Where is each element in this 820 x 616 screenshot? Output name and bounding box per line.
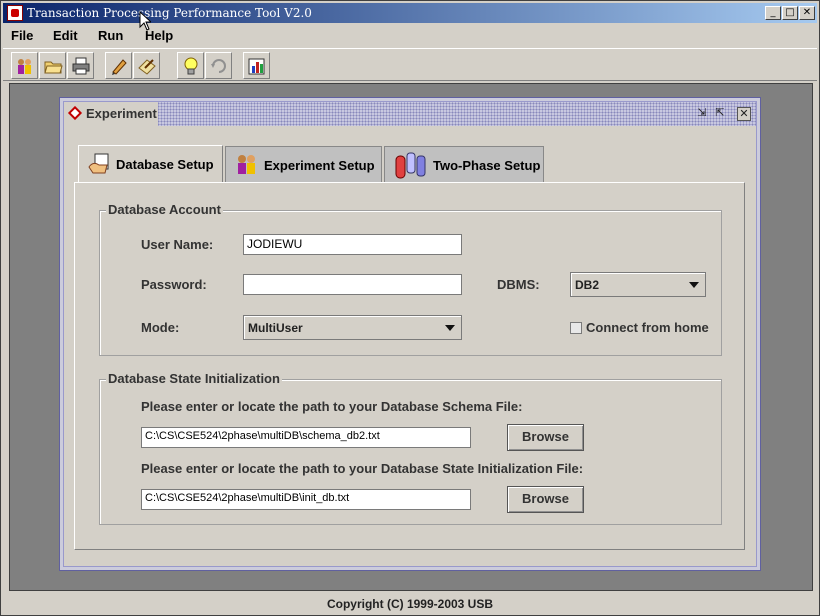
users-icon bbox=[238, 155, 255, 174]
close-icon[interactable]: ✕ bbox=[737, 107, 751, 121]
db-state-init-title: Database State Initialization bbox=[106, 371, 282, 386]
schema-file-input[interactable]: C:\CS\CSE524\2phase\multiDB\schema_db2.t… bbox=[141, 427, 471, 448]
toolbar-print-button[interactable] bbox=[67, 52, 94, 79]
toolbar-chart-button[interactable] bbox=[243, 52, 270, 79]
application-window: Transaction Processing Performance Tool … bbox=[0, 0, 820, 616]
database-account-title: Database Account bbox=[106, 202, 223, 217]
tab-database-setup-label: Database Setup bbox=[116, 157, 214, 172]
lightbulb-icon bbox=[184, 57, 198, 75]
mouse-cursor-icon bbox=[139, 11, 151, 31]
toolbar bbox=[3, 48, 817, 81]
maximize-icon[interactable]: ⇱ bbox=[713, 107, 727, 121]
iconify-icon[interactable]: ⇲ bbox=[695, 107, 709, 121]
mode-select[interactable]: MultiUser bbox=[243, 315, 462, 340]
close-button[interactable]: ✕ bbox=[799, 6, 815, 20]
toolbar-open-button[interactable] bbox=[39, 52, 66, 79]
chart-search-icon bbox=[248, 58, 265, 75]
database-hand-icon bbox=[88, 153, 109, 174]
print-icon bbox=[72, 57, 90, 75]
tab-two-phase-setup-label: Two-Phase Setup bbox=[433, 158, 541, 173]
mode-selected-value: MultiUser bbox=[248, 321, 303, 335]
pencil-icon bbox=[112, 59, 127, 75]
connect-from-home-checkbox[interactable] bbox=[570, 322, 582, 334]
menu-run[interactable]: Run bbox=[98, 28, 123, 43]
tab-database-setup[interactable]: Database Setup bbox=[78, 145, 223, 184]
edit-document-icon bbox=[138, 59, 156, 75]
toolbar-document-button[interactable] bbox=[133, 52, 160, 79]
init-file-input[interactable]: C:\CS\CSE524\2phase\multiDB\init_db.txt bbox=[141, 489, 471, 510]
schema-browse-button[interactable]: Browse bbox=[507, 424, 584, 451]
window-title: Transaction Processing Performance Tool … bbox=[27, 6, 312, 20]
menu-file[interactable]: File bbox=[11, 28, 33, 43]
password-label: Password: bbox=[141, 277, 207, 292]
open-folder-icon bbox=[44, 61, 63, 74]
users-icon bbox=[18, 59, 31, 74]
status-bar: Copyright (C) 1999-2003 USB bbox=[326, 597, 494, 611]
toolbar-users-button[interactable] bbox=[11, 52, 38, 79]
tab-two-phase-setup[interactable]: Two-Phase Setup bbox=[384, 146, 544, 183]
toolbar-hint-button[interactable] bbox=[177, 52, 204, 79]
refresh-icon bbox=[211, 59, 226, 73]
init-browse-button[interactable]: Browse bbox=[507, 486, 584, 513]
experiment-title-bar[interactable]: Experiment ⇲ ⇱ ✕ bbox=[64, 102, 756, 126]
chevron-down-icon bbox=[445, 325, 455, 331]
cylinders-icon bbox=[395, 152, 426, 179]
dbms-label: DBMS: bbox=[497, 277, 540, 292]
dbms-select[interactable]: DB2 bbox=[570, 272, 706, 297]
tab-experiment-setup-label: Experiment Setup bbox=[264, 158, 375, 173]
username-input[interactable]: JODIEWU bbox=[243, 234, 462, 255]
schema-file-prompt: Please enter or locate the path to your … bbox=[141, 399, 523, 414]
username-label: User Name: bbox=[141, 237, 214, 252]
toolbar-edit-button[interactable] bbox=[105, 52, 132, 79]
experiment-window-title: Experiment bbox=[86, 106, 157, 121]
tab-experiment-setup[interactable]: Experiment Setup bbox=[225, 146, 382, 183]
toolbar-refresh-button[interactable] bbox=[205, 52, 232, 79]
dbms-selected-value: DB2 bbox=[575, 278, 600, 292]
connect-from-home-label[interactable]: Connect from home bbox=[586, 320, 709, 335]
chevron-down-icon bbox=[689, 282, 699, 288]
menu-bar: File Edit Run Help bbox=[3, 25, 817, 46]
minimize-button[interactable]: _ bbox=[765, 6, 781, 20]
title-bar[interactable]: Transaction Processing Performance Tool … bbox=[3, 3, 817, 23]
mode-label: Mode: bbox=[141, 320, 180, 335]
app-icon[interactable] bbox=[7, 5, 23, 21]
init-file-prompt: Please enter or locate the path to your … bbox=[141, 461, 584, 476]
password-input[interactable] bbox=[243, 274, 462, 295]
menu-edit[interactable]: Edit bbox=[53, 28, 78, 43]
maximize-button[interactable]: □ bbox=[782, 6, 798, 20]
